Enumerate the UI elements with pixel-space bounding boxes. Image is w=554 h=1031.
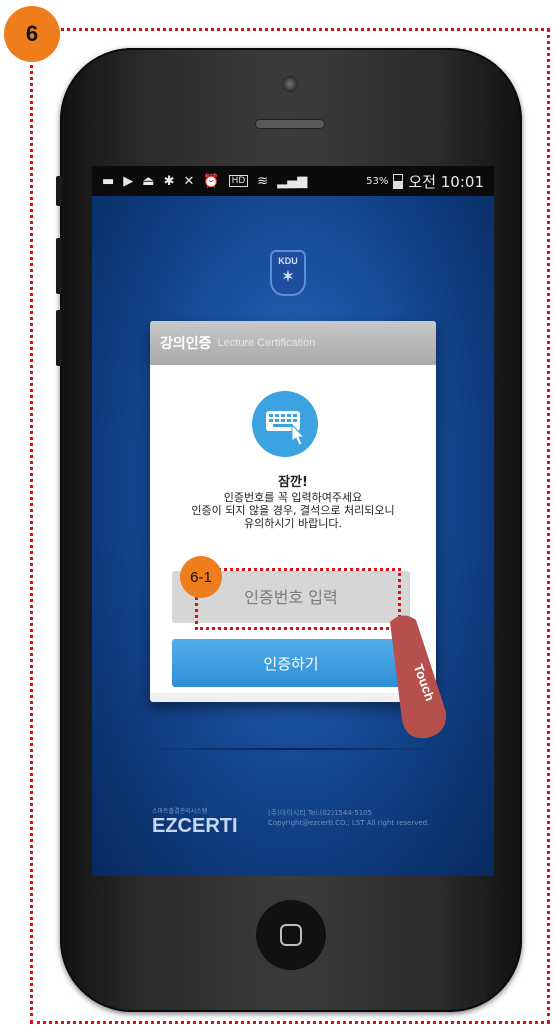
touch-pointer-tag: Touch xyxy=(390,615,447,739)
footer-contact: (주)아이시티 Tel:(02)1544-5105 xyxy=(268,809,373,817)
logo-text: KDU xyxy=(278,256,298,266)
alarm-icon: ⏰ xyxy=(203,173,220,189)
step-6-badge: 6 xyxy=(4,6,60,62)
keyboard-touch-icon xyxy=(252,391,318,457)
notice-line: 인증번호를 꼭 입력하여주세요 xyxy=(223,491,363,504)
notice-title: 잠깐! xyxy=(278,475,308,490)
dialog-title: 강의인증 xyxy=(160,336,212,352)
wifi-icon: ≋ xyxy=(257,173,269,189)
signal-icon: ▂▄▆ xyxy=(277,173,308,189)
dialog-header: 강의인증 Lecture Certification xyxy=(150,321,436,365)
notice-line: 인증이 되지 않을 경우, 결석으로 처리되오니 xyxy=(191,504,395,517)
footer-divider xyxy=(132,748,452,750)
app-screen: ▬ ▶ ⏏ ✱ ✕ ⏰ HD ≋ ▂▄▆ 53% 오전 10:01 KDU ✶ … xyxy=(92,166,494,876)
earpiece-speaker xyxy=(256,120,324,128)
notice-body: 인증번호를 꼭 입력하여주세요 인증이 되지 않을 경우, 결석으로 처리되오니… xyxy=(150,491,436,530)
home-square-icon xyxy=(280,924,302,946)
play-store-icon: ▶ xyxy=(123,173,134,189)
ezcerti-logo: EZCERTI xyxy=(152,815,238,837)
mute-switch xyxy=(56,176,62,206)
volume-down-button xyxy=(56,310,62,366)
bluetooth-icon: ✱ xyxy=(163,173,175,189)
battery-icon xyxy=(393,173,404,189)
dialog-subtitle: Lecture Certification xyxy=(217,337,316,349)
mute-icon: ✕ xyxy=(183,173,195,189)
step-6-1-outline xyxy=(195,568,401,630)
home-button[interactable] xyxy=(254,898,328,972)
status-bar: ▬ ▶ ⏏ ✱ ✕ ⏰ HD ≋ ▂▄▆ 53% 오전 10:01 xyxy=(92,166,494,196)
footer-brand: 스마트출결관리시스템 EZCERTI xyxy=(152,806,238,838)
message-icon: ▬ xyxy=(102,173,115,189)
upload-icon: ⏏ xyxy=(142,173,155,189)
clock: 오전 10:01 xyxy=(408,172,484,191)
hd-icon: HD xyxy=(228,175,249,187)
certify-button[interactable]: 인증하기 xyxy=(172,639,410,687)
footer-tagline: 스마트출결관리시스템 xyxy=(152,808,208,815)
logo-figure-icon: ✶ xyxy=(282,268,294,284)
volume-up-button xyxy=(56,238,62,294)
battery-percent: 53% xyxy=(366,175,389,187)
notice-line: 유의하시기 바랍니다. xyxy=(243,517,343,530)
footer-info: (주)아이시티 Tel:(02)1544-5105 Copyright@ezce… xyxy=(268,808,429,828)
step-6-1-badge: 6-1 xyxy=(180,556,222,598)
university-logo: KDU ✶ xyxy=(270,250,306,296)
footer-copyright: Copyright@ezcerti.CO., LST All right res… xyxy=(268,819,430,827)
front-camera xyxy=(282,76,298,92)
